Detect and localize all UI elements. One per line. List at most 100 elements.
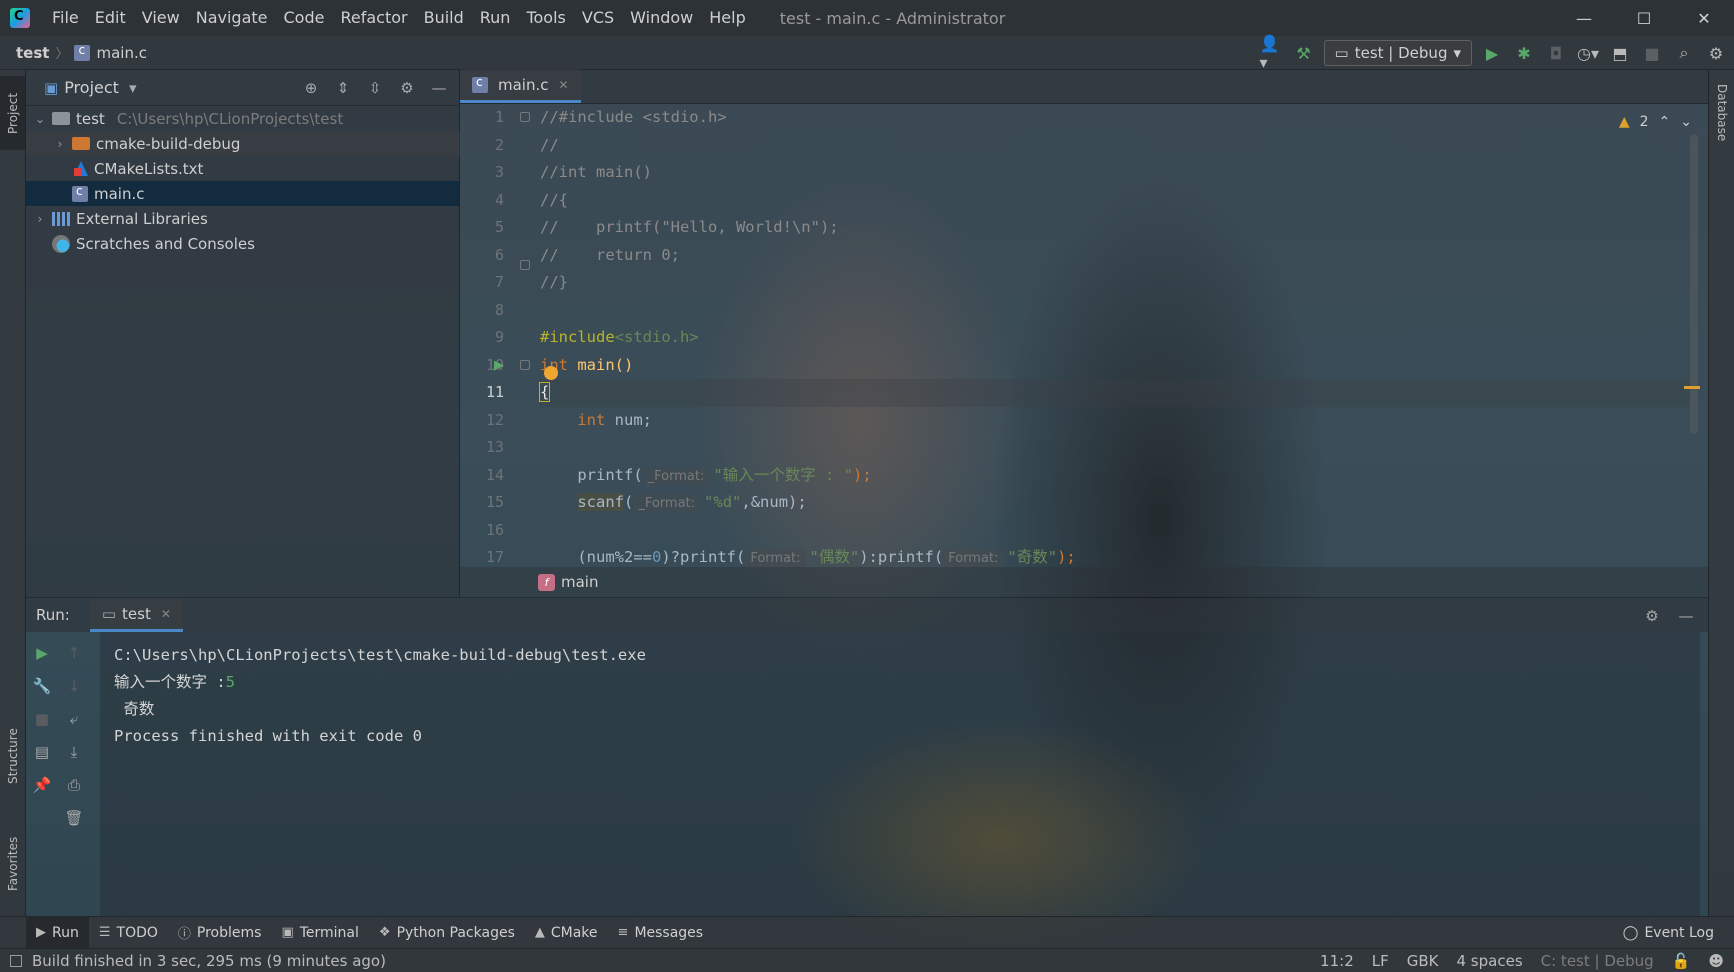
close-tab-icon[interactable]: ✕ bbox=[559, 78, 569, 92]
close-window-button[interactable]: ✕ bbox=[1674, 0, 1734, 36]
menu-window[interactable]: Window bbox=[622, 0, 701, 36]
fold-marker-icon[interactable] bbox=[520, 260, 530, 270]
attach-process-icon[interactable]: ⬒ bbox=[1608, 41, 1632, 65]
intention-bulb-icon[interactable] bbox=[544, 366, 558, 380]
project-panel-title[interactable]: Project bbox=[64, 78, 119, 97]
menu-view[interactable]: View bbox=[134, 0, 188, 36]
menu-code[interactable]: Code bbox=[276, 0, 333, 36]
minimize-button[interactable]: — bbox=[1554, 0, 1614, 36]
run-tab-test[interactable]: ▭ test ✕ bbox=[89, 598, 183, 632]
run-main-gutter-icon[interactable]: ▶ bbox=[494, 358, 504, 373]
editor-scrollbar[interactable] bbox=[1690, 134, 1698, 434]
stripe-tab-favorites[interactable]: Favorites bbox=[0, 820, 26, 908]
inspector-icon[interactable]: ☻ bbox=[1708, 952, 1724, 970]
coverage-icon[interactable]: ◘ bbox=[1544, 41, 1568, 65]
settings-gear-icon[interactable]: ⚙ bbox=[1704, 41, 1728, 65]
menu-file[interactable]: File bbox=[44, 0, 87, 36]
stripe-tab-structure[interactable]: Structure bbox=[0, 710, 26, 802]
soft-wrap-icon[interactable]: ⤶ bbox=[62, 706, 86, 732]
code-content[interactable]: //#include <stdio.h> // //int main() //{… bbox=[538, 104, 1690, 572]
arrow-down-icon[interactable]: ↓ bbox=[62, 673, 86, 699]
fold-marker-icon[interactable] bbox=[520, 112, 530, 122]
chevron-right-icon[interactable]: › bbox=[52, 137, 68, 151]
collapse-all-icon[interactable]: ⇳ bbox=[363, 76, 387, 100]
tool-tab-problems[interactable]: ⓘ Problems bbox=[168, 917, 272, 949]
tree-item-external-libraries[interactable]: › External Libraries bbox=[26, 206, 460, 231]
event-log-button[interactable]: ◯ Event Log bbox=[1623, 917, 1714, 949]
maximize-button[interactable]: ☐ bbox=[1614, 0, 1674, 36]
close-tab-icon[interactable]: ✕ bbox=[161, 607, 171, 621]
code-text: (num%2== bbox=[577, 548, 652, 566]
caret-position[interactable]: 11:2 bbox=[1320, 952, 1354, 970]
stop-icon[interactable]: ■ bbox=[1640, 41, 1664, 65]
chevron-down-icon[interactable]: ⌄ bbox=[1680, 114, 1692, 130]
search-icon[interactable]: ⌕ bbox=[1672, 41, 1696, 65]
menu-run[interactable]: Run bbox=[472, 0, 519, 36]
resolve-context[interactable]: C: test | Debug bbox=[1541, 952, 1654, 970]
menu-tools[interactable]: Tools bbox=[518, 0, 573, 36]
chevron-down-icon[interactable]: ▾ bbox=[129, 79, 137, 97]
stop-icon[interactable]: ■ bbox=[30, 706, 54, 732]
stripe-tab-database[interactable]: Database bbox=[1709, 84, 1734, 141]
menu-vcs[interactable]: VCS bbox=[574, 0, 622, 36]
tool-tab-terminal[interactable]: ▣ Terminal bbox=[271, 917, 368, 949]
menu-help[interactable]: Help bbox=[701, 0, 753, 36]
breadcrumb-file[interactable]: main.c bbox=[96, 44, 147, 62]
warning-scroll-marker[interactable] bbox=[1684, 386, 1700, 389]
hide-panel-icon[interactable]: — bbox=[1674, 604, 1698, 628]
layout-icon[interactable]: ▤ bbox=[30, 739, 54, 765]
chevron-right-icon[interactable]: › bbox=[32, 212, 48, 226]
run-icon[interactable]: ▶ bbox=[1480, 41, 1504, 65]
lock-icon[interactable]: 🔓 bbox=[1672, 952, 1691, 970]
panel-settings-gear-icon[interactable]: ⚙ bbox=[395, 76, 419, 100]
rerun-icon[interactable]: ▶ bbox=[30, 640, 54, 666]
console-output[interactable]: C:\Users\hp\CLionProjects\test\cmake-bui… bbox=[100, 632, 1700, 917]
menu-refactor[interactable]: Refactor bbox=[332, 0, 415, 36]
hide-panel-icon[interactable]: — bbox=[427, 76, 451, 100]
print-icon[interactable]: ⎙ bbox=[62, 772, 86, 798]
scroll-to-end-icon[interactable]: ⤓ bbox=[62, 739, 86, 765]
indent-setting[interactable]: 4 spaces bbox=[1457, 952, 1523, 970]
tool-windows-toggle-icon[interactable] bbox=[10, 954, 22, 967]
stripe-tab-project[interactable]: Project bbox=[0, 76, 26, 150]
code-line-10: int main() bbox=[540, 352, 1690, 380]
code-breadcrumb-main[interactable]: main bbox=[561, 573, 598, 591]
code-area[interactable]: 1 2 3 4 5 6 7 8 9 10 11 12 13 14 15 16 1… bbox=[460, 104, 1708, 597]
config-window-icon: ▭ bbox=[1334, 44, 1349, 62]
debug-bug-icon[interactable]: ✱ bbox=[1512, 41, 1536, 65]
tree-item-main-c[interactable]: main.c bbox=[26, 181, 460, 206]
tree-item-cmakelists[interactable]: CMakeLists.txt bbox=[26, 156, 460, 181]
line-separator[interactable]: LF bbox=[1372, 952, 1389, 970]
chevron-down-icon[interactable]: ⌄ bbox=[32, 112, 48, 126]
run-configuration-select[interactable]: ▭ test | Debug ▾ bbox=[1323, 40, 1472, 66]
menu-edit[interactable]: Edit bbox=[87, 0, 134, 36]
run-settings-gear-icon[interactable]: ⚙ bbox=[1640, 604, 1664, 628]
wrench-icon[interactable]: 🔧 bbox=[30, 673, 54, 699]
profiler-icon[interactable]: ◷▾ bbox=[1576, 41, 1600, 65]
tree-item-scratches[interactable]: Scratches and Consoles bbox=[26, 231, 460, 256]
menu-navigate[interactable]: Navigate bbox=[188, 0, 276, 36]
locate-file-icon[interactable]: ⊕ bbox=[299, 76, 323, 100]
pin-icon[interactable]: 📌 bbox=[30, 772, 54, 798]
tool-tab-run[interactable]: ▶ Run bbox=[26, 916, 89, 949]
tool-tab-python-packages[interactable]: ❖ Python Packages bbox=[369, 917, 525, 949]
trash-icon[interactable]: 🗑 bbox=[62, 805, 86, 831]
arrow-up-icon[interactable]: ↑ bbox=[62, 640, 86, 666]
user-icon[interactable]: 👤▾ bbox=[1260, 34, 1284, 72]
editor-tab-main-c[interactable]: main.c ✕ bbox=[460, 69, 581, 103]
code-comment: // return 0; bbox=[540, 245, 680, 264]
breadcrumb-project[interactable]: test bbox=[16, 44, 49, 62]
fold-marker-icon[interactable] bbox=[520, 360, 530, 370]
chevron-up-icon[interactable]: ⌃ bbox=[1659, 114, 1671, 130]
inspection-widget[interactable]: ▲ 2 ⌃ ⌄ bbox=[1619, 114, 1692, 130]
tree-item-test[interactable]: ⌄ test C:\Users\hp\CLionProjects\test bbox=[26, 106, 460, 131]
tool-tab-todo[interactable]: ☰ TODO bbox=[89, 917, 168, 949]
file-encoding[interactable]: GBK bbox=[1407, 952, 1439, 970]
build-hammer-icon[interactable]: ⚒ bbox=[1292, 41, 1316, 65]
expand-all-icon[interactable]: ⇕ bbox=[331, 76, 355, 100]
messages-icon: ≡ bbox=[617, 925, 629, 940]
tool-tab-cmake[interactable]: ▲ CMake bbox=[525, 917, 608, 949]
tool-tab-messages[interactable]: ≡ Messages bbox=[608, 917, 714, 949]
menu-build[interactable]: Build bbox=[416, 0, 472, 36]
tree-item-cmake-build-debug[interactable]: › cmake-build-debug bbox=[26, 131, 460, 156]
